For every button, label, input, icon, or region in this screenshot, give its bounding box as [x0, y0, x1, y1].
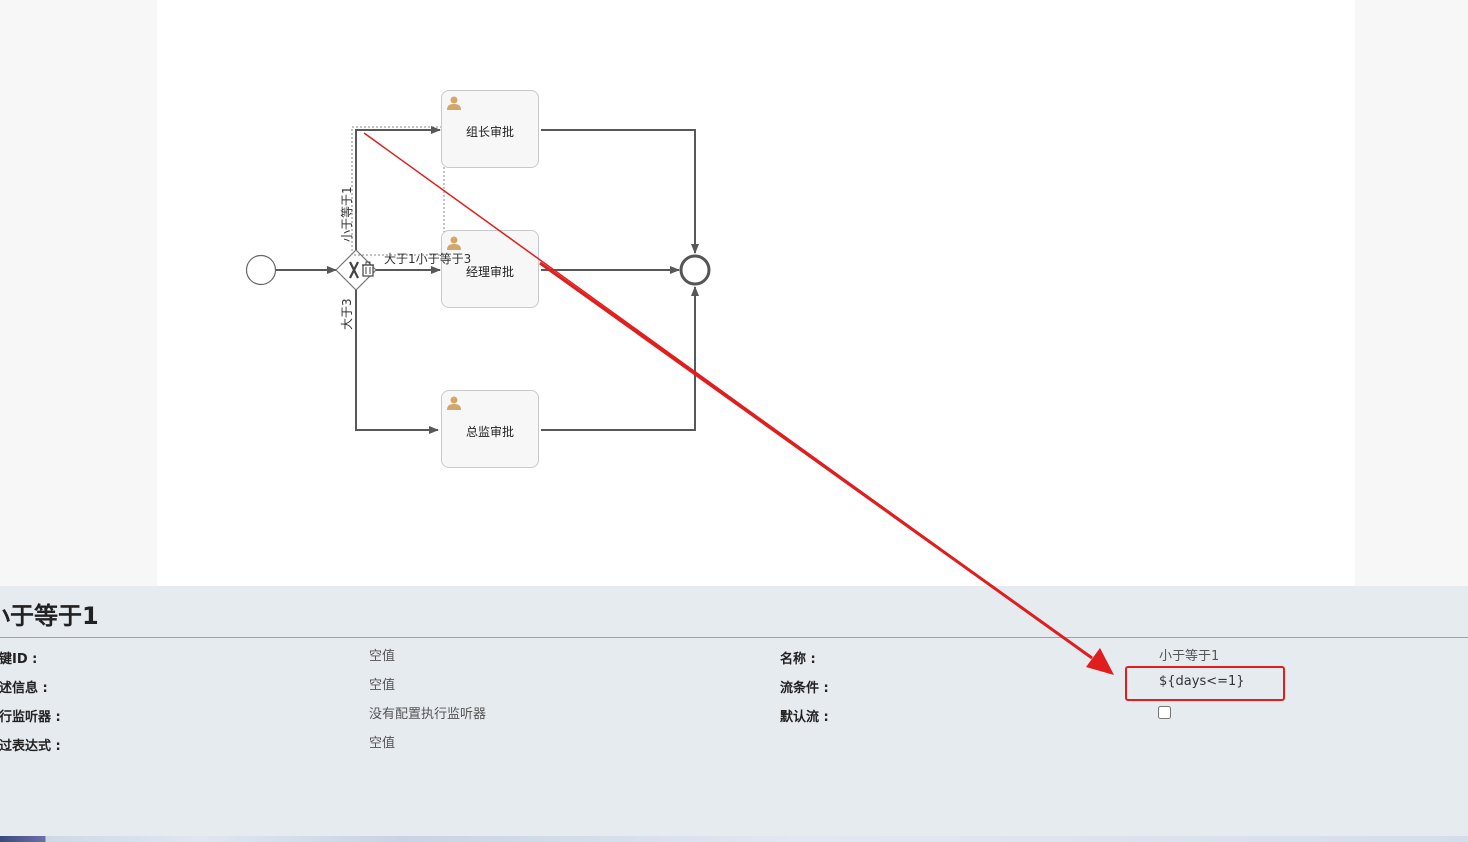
user-task-leader[interactable]: 组长审批 [441, 90, 539, 168]
user-task-director[interactable]: 总监审批 [441, 390, 539, 468]
execution-listeners-label: 执行监听器 : [0, 710, 61, 725]
sequence-flow-director-end[interactable] [541, 286, 699, 431]
default-flow-label: 默认流 : [780, 710, 829, 725]
end-event[interactable] [679, 254, 711, 286]
condition-label: 流条件 : [780, 681, 829, 696]
skip-expression-label: 跳过表达式 : [0, 739, 61, 754]
flow-label-le1[interactable]: 小于等于1 [338, 186, 355, 242]
task-label: 总监审批 [465, 425, 514, 439]
properties-panel: 小于等于1 主键ID : 空值 描述信息 : 空值 执行监听器 : 没有配置执行… [0, 586, 1468, 836]
user-icon [447, 396, 461, 410]
flow-label-gt3[interactable]: 大于3 [338, 298, 355, 330]
skip-expression-value[interactable]: 空值 [369, 732, 395, 751]
execution-listeners-value[interactable]: 没有配置执行监听器 [369, 703, 486, 722]
start-event[interactable] [245, 254, 277, 286]
annotation-highlight-box [1125, 666, 1285, 701]
name-value[interactable]: 小于等于1 [1159, 645, 1219, 664]
sequence-flow-gt3[interactable] [355, 290, 439, 434]
taskbar-strip [0, 836, 1468, 842]
bpmn-diagram [245, 126, 711, 434]
divider [0, 637, 1468, 638]
name-label: 名称 : [780, 652, 816, 667]
documentation-value[interactable]: 空值 [369, 674, 395, 693]
id-value[interactable]: 空值 [369, 645, 395, 664]
user-icon [447, 96, 461, 110]
properties-title: 小于等于1 [0, 602, 99, 630]
sequence-flow-le1[interactable] [355, 126, 441, 250]
user-task-manager[interactable]: 经理审批 [441, 230, 539, 308]
user-icon [447, 236, 461, 250]
sequence-flow-leader-end[interactable] [541, 129, 699, 254]
task-label: 组长审批 [465, 125, 514, 139]
default-flow-checkbox[interactable] [1158, 706, 1171, 719]
flow-label-between[interactable]: 大于1小于等于3 [384, 250, 471, 267]
id-label: 主键ID : [0, 652, 38, 667]
selection-outline [351, 126, 445, 256]
documentation-label: 描述信息 : [0, 681, 48, 696]
